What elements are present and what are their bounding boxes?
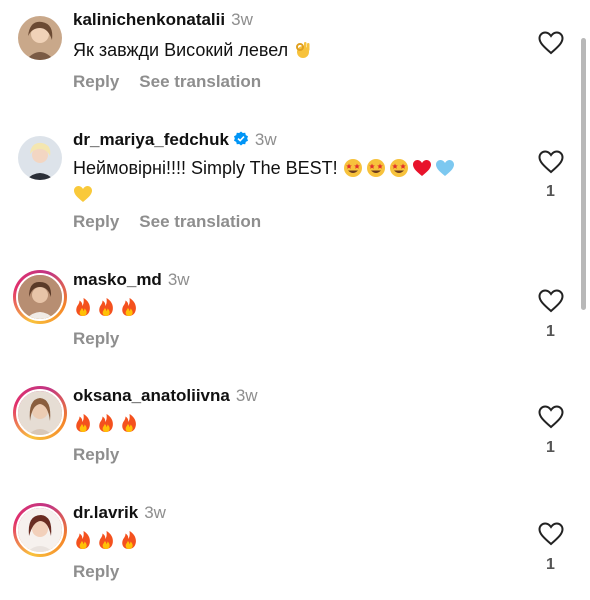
scrollbar[interactable] xyxy=(581,38,586,310)
verified-badge-icon xyxy=(233,131,249,152)
see-translation-button[interactable]: See translation xyxy=(139,72,261,91)
fire-emoji xyxy=(73,413,93,433)
comment-actions: Reply xyxy=(73,329,139,349)
comment-meta: oksana_anatoliivna 3w xyxy=(73,386,258,406)
fire-emoji xyxy=(96,530,116,550)
comment-meta: dr_mariya_fedchuk 3w xyxy=(73,130,277,152)
star-struck-emoji xyxy=(389,158,409,178)
comment-meta: dr.lavrik 3w xyxy=(73,503,166,523)
light-blue-heart-emoji xyxy=(435,158,455,178)
heart-outline-icon[interactable] xyxy=(538,289,564,313)
fire-emoji xyxy=(96,297,116,317)
avatar[interactable] xyxy=(18,136,62,180)
comment-text: Неймовірні!!!! Simply The BEST! xyxy=(73,155,513,207)
avatar[interactable] xyxy=(13,270,67,324)
heart-outline-icon[interactable] xyxy=(538,150,564,174)
avatar[interactable] xyxy=(18,16,62,60)
reply-button[interactable]: Reply xyxy=(73,562,119,581)
comment-text-content: Як завжди Високий левел xyxy=(73,40,289,60)
star-struck-emoji xyxy=(366,158,386,178)
red-heart-emoji xyxy=(412,158,432,178)
fire-emoji xyxy=(73,297,93,317)
heart-outline-icon[interactable] xyxy=(538,405,564,429)
fire-emoji xyxy=(96,413,116,433)
comment-text xyxy=(73,527,513,553)
timestamp: 3w xyxy=(144,503,166,522)
comment-text-content: Неймовірні!!!! Simply The BEST! xyxy=(73,158,338,178)
comment-text: Як завжди Високий левел xyxy=(73,37,513,63)
fire-emoji xyxy=(119,413,139,433)
star-struck-emoji xyxy=(343,158,363,178)
fire-emoji xyxy=(119,297,139,317)
comment-actions: Reply See translation xyxy=(73,212,281,232)
username[interactable]: dr_mariya_fedchuk xyxy=(73,130,229,149)
timestamp: 3w xyxy=(231,10,253,29)
timestamp: 3w xyxy=(167,270,190,289)
username[interactable]: dr.lavrik xyxy=(73,503,138,522)
comment-text xyxy=(73,410,513,436)
comment-actions: Reply xyxy=(73,562,139,582)
comment-actions: Reply xyxy=(73,445,139,465)
heart-outline-icon[interactable] xyxy=(538,522,564,546)
username[interactable]: kalinichenkonatalii xyxy=(73,10,225,29)
comment-meta: kalinichenkonatalii 3w xyxy=(73,10,253,30)
ok-hand-emoji xyxy=(293,40,313,60)
username[interactable]: oksana_anatoliivna xyxy=(73,386,230,405)
reply-button[interactable]: Reply xyxy=(73,329,119,348)
see-translation-button[interactable]: See translation xyxy=(139,212,261,231)
reply-button[interactable]: Reply xyxy=(73,212,119,231)
like-count: 1 xyxy=(546,183,555,200)
comment-meta: masko_md 3w xyxy=(73,270,190,290)
like-count: 1 xyxy=(546,556,555,573)
like-count: 1 xyxy=(546,323,555,340)
like-count: 1 xyxy=(546,439,555,456)
fire-emoji xyxy=(73,530,93,550)
timestamp: 3w xyxy=(254,130,277,149)
yellow-heart-emoji xyxy=(73,184,93,204)
reply-button[interactable]: Reply xyxy=(73,445,119,464)
fire-emoji xyxy=(119,530,139,550)
timestamp: 3w xyxy=(235,386,258,405)
username[interactable]: masko_md xyxy=(73,270,162,289)
avatar[interactable] xyxy=(13,503,67,557)
comment-text xyxy=(73,294,513,320)
comment-actions: Reply See translation xyxy=(73,72,281,92)
heart-outline-icon[interactable] xyxy=(538,31,564,55)
avatar[interactable] xyxy=(13,386,67,440)
reply-button[interactable]: Reply xyxy=(73,72,119,91)
